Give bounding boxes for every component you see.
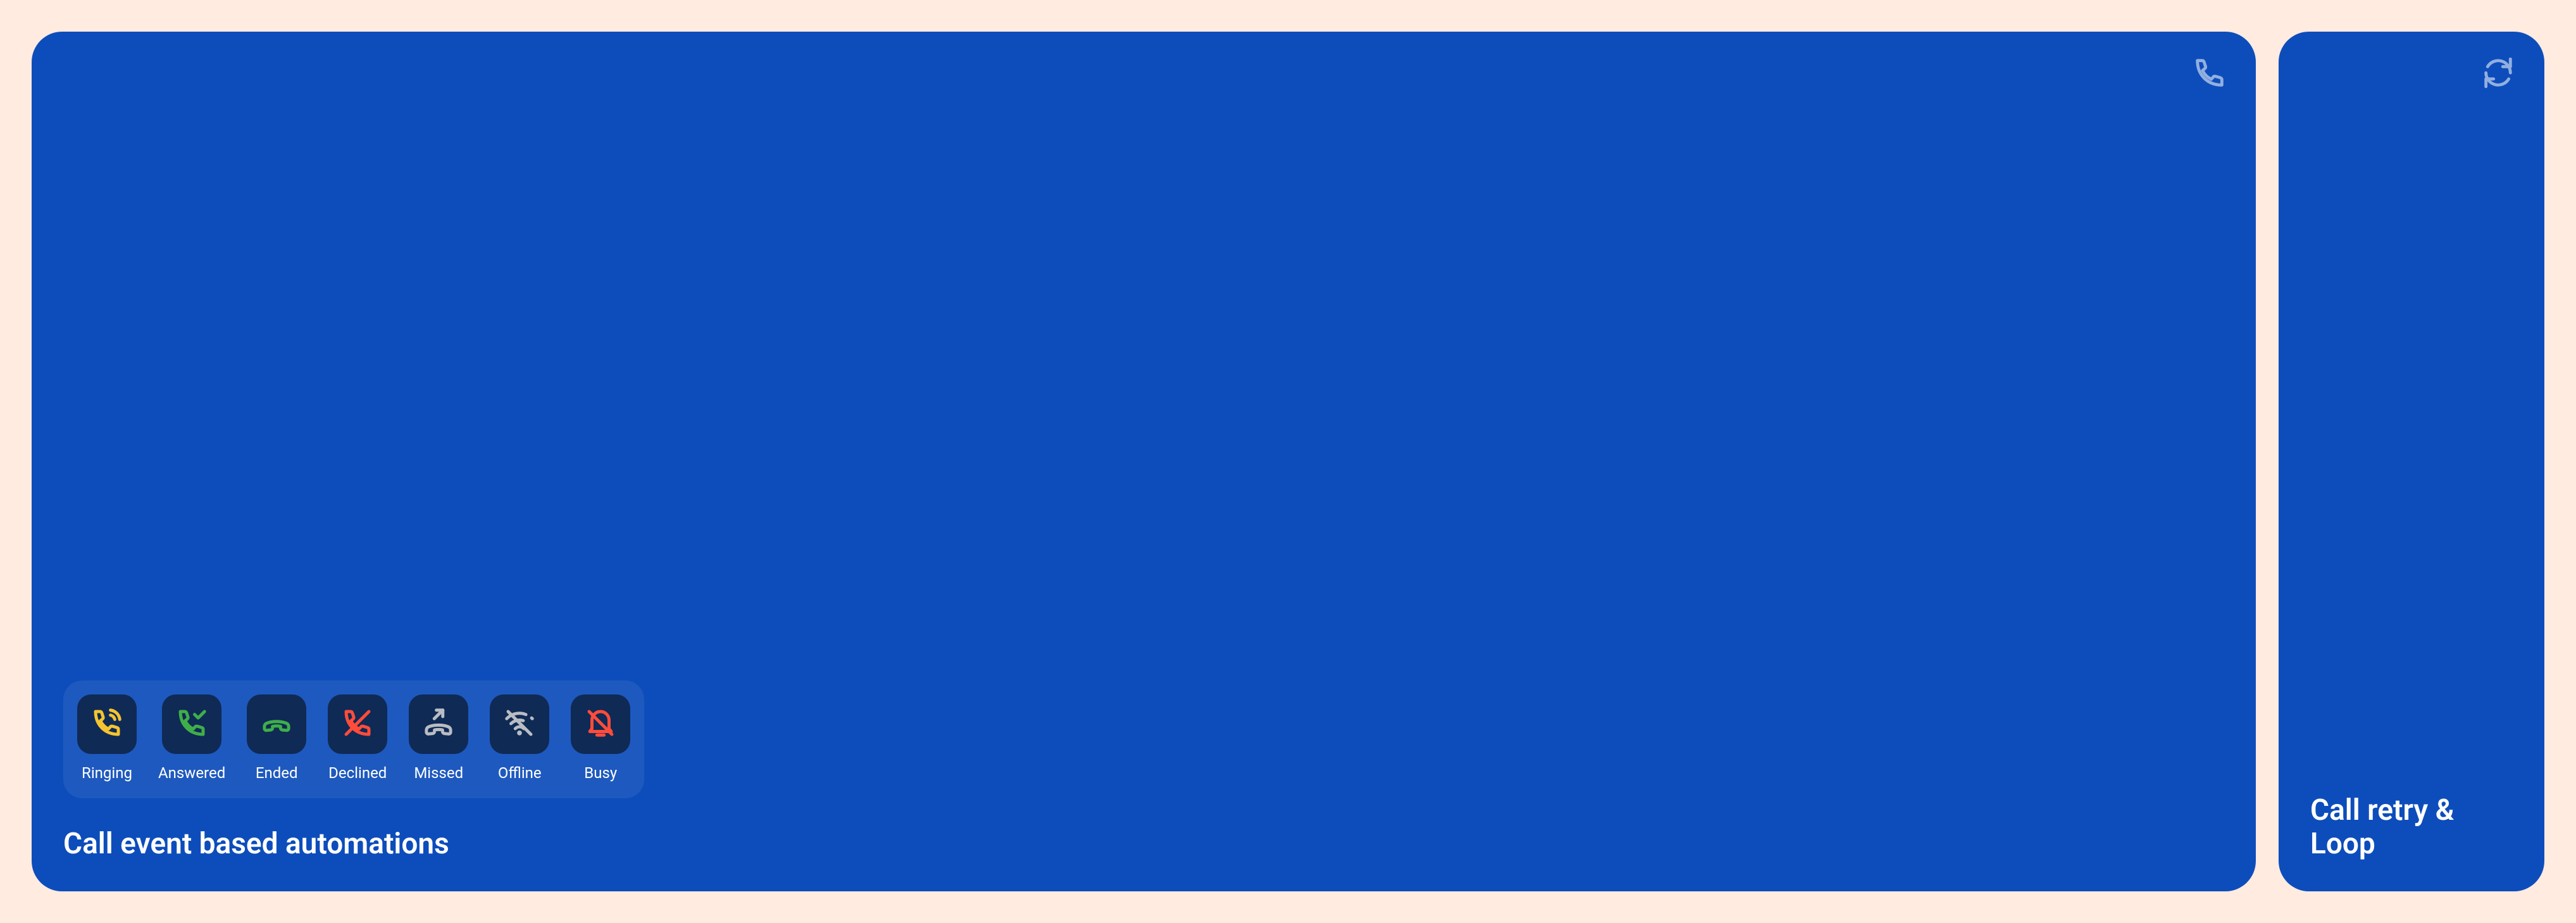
- status-item-ended[interactable]: Ended: [247, 694, 306, 782]
- phone-icon: [2191, 54, 2228, 91]
- status-label: Missed: [414, 764, 463, 782]
- status-label: Answered: [158, 764, 225, 782]
- refresh-loop-icon: [2480, 54, 2517, 91]
- call-retry-card[interactable]: Call retry & Loop: [2279, 32, 2544, 891]
- tile-answered: [162, 694, 221, 754]
- busy-icon: [583, 706, 618, 743]
- tile-ringing: [77, 694, 137, 754]
- status-item-ringing[interactable]: Ringing: [77, 694, 137, 782]
- declined-icon: [340, 706, 375, 743]
- status-label: Ringing: [82, 764, 132, 782]
- call-status-row: Ringing Answered En: [63, 681, 644, 798]
- status-label: Ended: [256, 764, 298, 782]
- status-item-offline[interactable]: Offline: [490, 694, 549, 782]
- call-events-card[interactable]: Ringing Answered En: [32, 32, 2256, 891]
- offline-icon: [502, 706, 537, 743]
- status-item-busy[interactable]: Busy: [571, 694, 630, 782]
- ended-icon: [259, 706, 294, 743]
- events-card-title: Call event based automations: [63, 827, 2224, 861]
- tile-ended: [247, 694, 306, 754]
- retry-card-title: Call retry & Loop: [2310, 794, 2487, 861]
- status-item-declined[interactable]: Declined: [328, 694, 387, 782]
- ringing-icon: [90, 706, 124, 743]
- status-label: Offline: [498, 764, 542, 782]
- tile-declined: [328, 694, 387, 754]
- status-item-missed[interactable]: Missed: [409, 694, 468, 782]
- tile-offline: [490, 694, 549, 754]
- tile-missed: [409, 694, 468, 754]
- status-label: Busy: [584, 764, 617, 782]
- tile-busy: [571, 694, 630, 754]
- answered-icon: [175, 706, 209, 743]
- status-label: Declined: [328, 764, 387, 782]
- status-item-answered[interactable]: Answered: [158, 694, 225, 782]
- missed-icon: [421, 706, 456, 743]
